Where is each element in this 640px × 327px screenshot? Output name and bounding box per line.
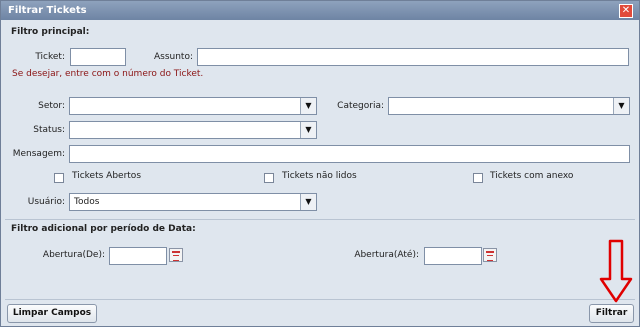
assunto-label: Assunto: xyxy=(153,52,193,62)
ticket-hint: Se desejar, entre com o número do Ticket… xyxy=(12,69,204,79)
status-label: Status: xyxy=(33,125,65,135)
dialog-title: Filtrar Tickets xyxy=(8,5,87,16)
clear-fields-button[interactable]: Limpar Campos xyxy=(7,304,97,323)
ticket-label: Ticket: xyxy=(35,52,65,62)
usuario-value: Todos xyxy=(74,197,100,207)
main-filter-title: Filtro principal: xyxy=(11,27,90,37)
setor-label: Setor: xyxy=(38,101,65,111)
filter-button[interactable]: Filtrar xyxy=(589,304,634,323)
categoria-label: Categoria: xyxy=(337,101,384,111)
mensagem-label: Mensagem: xyxy=(12,149,65,159)
chevron-down-icon[interactable]: ▼ xyxy=(300,122,316,138)
status-select[interactable]: ▼ xyxy=(69,121,317,139)
assunto-input[interactable] xyxy=(197,48,629,66)
setor-select[interactable]: ▼ xyxy=(69,97,317,115)
tickets-abertos-checkbox[interactable] xyxy=(54,173,64,183)
calendar-icon[interactable] xyxy=(169,248,183,262)
usuario-label: Usuário: xyxy=(27,197,65,207)
categoria-select[interactable]: ▼ xyxy=(388,97,630,115)
ticket-input[interactable] xyxy=(70,48,126,66)
abertura-de-input[interactable] xyxy=(109,247,167,265)
annotation-arrow-icon xyxy=(599,239,633,303)
abertura-de-label: Abertura(De): xyxy=(42,250,105,260)
usuario-select[interactable]: Todos ▼ xyxy=(69,193,317,211)
tickets-nao-lidos-label: Tickets não lidos xyxy=(282,171,357,181)
chevron-down-icon[interactable]: ▼ xyxy=(300,194,316,210)
calendar-icon[interactable] xyxy=(483,248,497,262)
tickets-nao-lidos-checkbox[interactable] xyxy=(264,173,274,183)
tickets-com-anexo-label: Tickets com anexo xyxy=(490,171,574,181)
chevron-down-icon[interactable]: ▼ xyxy=(300,98,316,114)
footer-divider xyxy=(5,299,635,300)
filter-tickets-dialog: Filtrar Tickets ✕ Filtro principal: Tick… xyxy=(0,0,640,327)
tickets-com-anexo-checkbox[interactable] xyxy=(473,173,483,183)
section-divider xyxy=(5,219,635,220)
mensagem-input[interactable] xyxy=(69,145,630,163)
title-bar: Filtrar Tickets ✕ xyxy=(1,1,639,20)
abertura-ate-label: Abertura(Até): xyxy=(354,250,419,260)
chevron-down-icon[interactable]: ▼ xyxy=(613,98,629,114)
tickets-abertos-label: Tickets Abertos xyxy=(72,171,142,181)
abertura-ate-input[interactable] xyxy=(424,247,482,265)
date-filter-title: Filtro adicional por período de Data: xyxy=(11,224,196,234)
close-icon[interactable]: ✕ xyxy=(619,4,633,18)
